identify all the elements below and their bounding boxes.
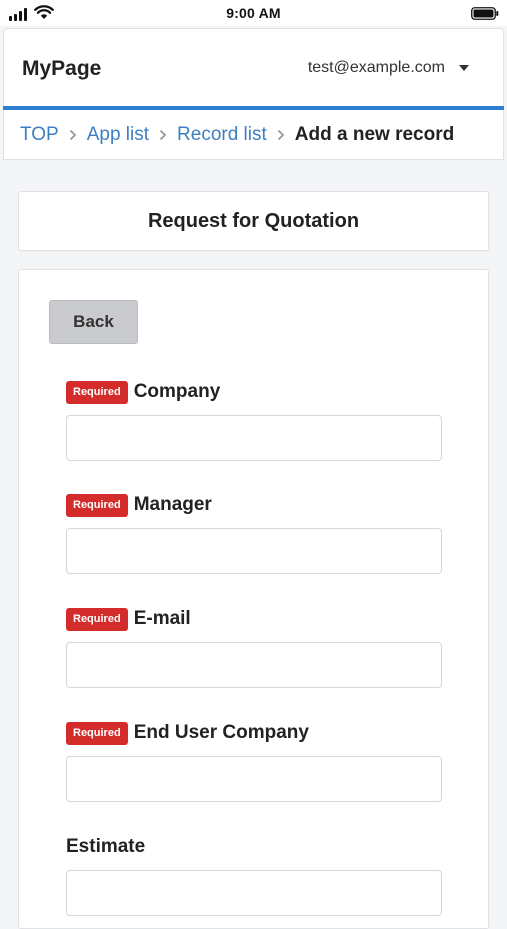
required-badge: Required bbox=[66, 380, 128, 404]
field-label-email: E-mail bbox=[133, 608, 191, 629]
field-company: Required Company bbox=[66, 379, 443, 461]
user-menu-dropdown[interactable]: test@example.com bbox=[308, 59, 469, 77]
field-label-manager: Manager bbox=[133, 494, 212, 515]
breadcrumb-link-app-list[interactable]: App list bbox=[87, 124, 149, 146]
battery-icon bbox=[471, 7, 499, 20]
company-input[interactable] bbox=[66, 415, 442, 461]
field-label-estimate: Estimate bbox=[66, 836, 146, 857]
app-header: MyPage test@example.com bbox=[3, 28, 504, 108]
field-end-user-company: Required End User Company bbox=[66, 720, 443, 802]
user-email: test@example.com bbox=[307, 59, 445, 76]
form-title-card: Request for Quotation bbox=[18, 191, 489, 251]
field-label-end-user-company: End User Company bbox=[133, 722, 309, 743]
breadcrumb-link-top[interactable]: TOP bbox=[20, 124, 59, 146]
chevron-right-icon bbox=[271, 129, 291, 141]
field-manager: Required Manager bbox=[66, 492, 443, 574]
required-badge: Required bbox=[66, 493, 128, 517]
email-input[interactable] bbox=[66, 642, 442, 688]
back-button[interactable]: Back bbox=[49, 300, 138, 344]
chevron-right-icon bbox=[153, 129, 173, 141]
breadcrumb: TOP App list Record list Add a new recor… bbox=[3, 110, 504, 160]
estimate-input[interactable] bbox=[66, 870, 442, 916]
breadcrumb-current: Add a new record bbox=[294, 123, 455, 145]
chevron-right-icon bbox=[63, 129, 83, 141]
record-form: Back Required Company Required Manager R… bbox=[18, 269, 489, 929]
field-email: Required E-mail bbox=[66, 606, 443, 688]
required-badge: Required bbox=[66, 721, 128, 745]
caret-down-icon bbox=[459, 65, 469, 71]
manager-input[interactable] bbox=[66, 528, 442, 574]
breadcrumb-link-record-list[interactable]: Record list bbox=[177, 124, 267, 146]
status-time: 9:00 AM bbox=[226, 5, 281, 21]
status-bar: 9:00 AM bbox=[0, 0, 507, 26]
required-badge: Required bbox=[66, 607, 128, 631]
form-title: Request for Quotation bbox=[147, 209, 360, 232]
field-label-company: Company bbox=[133, 381, 221, 402]
field-estimate: Estimate bbox=[66, 834, 443, 916]
app-title: MyPage bbox=[22, 57, 102, 80]
end-user-company-input[interactable] bbox=[66, 756, 442, 802]
